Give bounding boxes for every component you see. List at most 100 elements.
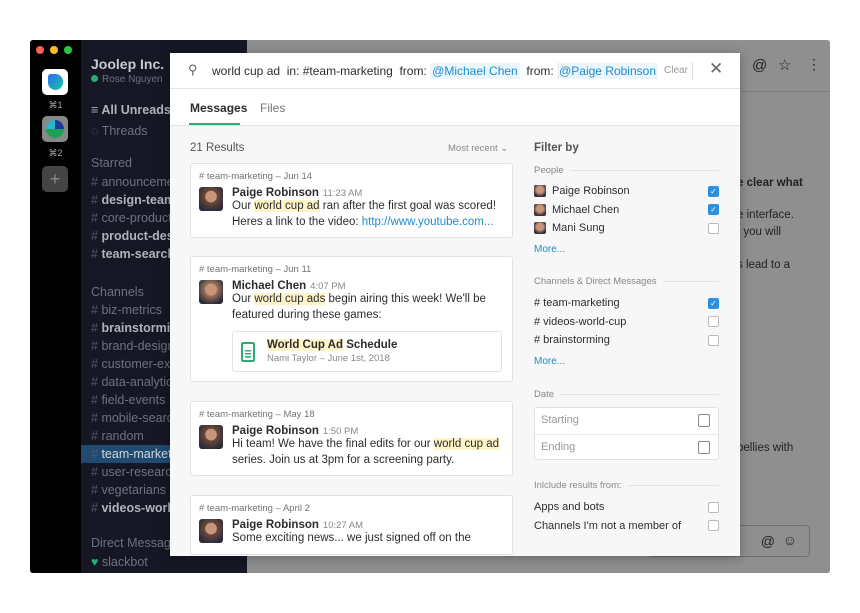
hash-icon: #	[91, 303, 102, 317]
workspace-2[interactable]	[42, 116, 68, 142]
checkbox[interactable]: ✓	[708, 204, 719, 215]
timestamp[interactable]: 10:27 AM	[323, 520, 363, 531]
emoji-icon[interactable]: ☺	[783, 532, 797, 548]
mention-icon[interactable]: @	[761, 533, 775, 549]
sort-dropdown[interactable]: Most recent ⌄	[448, 143, 508, 154]
result-channel[interactable]: # team-marketing – May 18	[199, 409, 504, 420]
avatar[interactable]	[199, 187, 223, 211]
filter-channel[interactable]: # team-marketing ✓	[534, 297, 719, 309]
sidebar-item-channel[interactable]: # data-analytic	[91, 375, 172, 389]
search-input[interactable]: world cup ad in: #team-marketing from: @…	[212, 63, 658, 79]
checkbox[interactable]	[708, 316, 719, 327]
sidebar-item-channel[interactable]: # design-team	[91, 193, 175, 207]
search-bar[interactable]: ⚲ world cup ad in: #team-marketing from:…	[170, 53, 740, 89]
timestamp[interactable]: 1:50 PM	[323, 426, 358, 437]
list-icon: ≡	[91, 103, 99, 117]
search-result-card[interactable]: # team-marketing – April 2 Paige Robinson…	[190, 495, 513, 555]
team-name-text: Joolep Inc.	[91, 56, 165, 72]
workspace-shortcut: ⌘1	[48, 100, 63, 110]
search-result-card[interactable]: # team-marketing – Jun 14 Paige Robinson 1…	[190, 163, 513, 238]
channel-name: data-analytic	[101, 375, 173, 389]
sidebar-item-all-unreads[interactable]: ≡ All Unreads	[91, 103, 171, 117]
sidebar-item-channel[interactable]: # mobile-searc	[91, 411, 173, 425]
sidebar-item-channel[interactable]: # vegetarians	[91, 483, 166, 497]
sidebar-item-channel[interactable]: # brand-design	[91, 339, 174, 353]
avatar[interactable]	[199, 280, 223, 304]
filter-person[interactable]: Paige Robinson ✓	[534, 185, 719, 197]
maximize-window-button[interactable]	[64, 46, 72, 54]
label: Threads	[101, 124, 148, 138]
clear-button[interactable]: Clear	[664, 65, 688, 76]
checkbox[interactable]	[708, 501, 719, 513]
sidebar-item-channel[interactable]: # field-events	[91, 393, 165, 407]
mentions-icon[interactable]: @	[752, 57, 767, 74]
text-segment: series. Join us at 3pm for a screening p…	[232, 453, 455, 466]
author-name[interactable]: Paige Robinson	[232, 187, 319, 199]
search-highlight: World Cup Ad	[267, 339, 344, 351]
filter-label: # videos-world-cup	[534, 315, 627, 328]
checkbox[interactable]	[708, 334, 719, 346]
sidebar-item-channel[interactable]: # team-search	[91, 247, 175, 261]
starting-date-input[interactable]: Starting	[535, 408, 718, 434]
author-name[interactable]: Michael Chen	[232, 280, 306, 292]
sidebar-item-channel[interactable]: # customer-ex	[91, 357, 170, 371]
filter-person[interactable]: Mani Sung	[534, 222, 719, 234]
filter-person[interactable]: Michael Chen ✓	[534, 203, 719, 216]
more-icon[interactable]: ⋮	[807, 56, 821, 73]
more-people-link[interactable]: More...	[534, 244, 565, 255]
more-channels-link[interactable]: More...	[534, 356, 565, 367]
search-result-card[interactable]: # team-marketing – May 18 Paige Robinson 1…	[190, 401, 513, 476]
sidebar-item-channel[interactable]: # videos-worl	[91, 501, 171, 515]
sidebar-item-threads[interactable]: ◌ Threads	[91, 124, 148, 138]
channels-header[interactable]: Channels	[91, 285, 144, 299]
dm-header[interactable]: Direct Message	[91, 536, 178, 550]
author-name[interactable]: Paige Robinson	[232, 519, 319, 531]
checkbox[interactable]	[708, 520, 719, 531]
workspace-joolep[interactable]	[42, 69, 68, 95]
result-channel[interactable]: # team-marketing – Jun 14	[199, 171, 504, 182]
sidebar-item-channel[interactable]: # core-product	[91, 211, 172, 225]
message-link[interactable]: http://www.youtube.com...	[362, 216, 494, 228]
search-result-card[interactable]: # team-marketing – Jun 11 Michael Chen 4:0…	[190, 256, 513, 382]
avatar[interactable]	[199, 425, 223, 449]
people-header: People	[534, 165, 719, 176]
hash-icon: #	[91, 193, 102, 207]
timestamp[interactable]: 4:07 PM	[310, 281, 345, 292]
filter-include[interactable]: Channels I'm not a member of	[534, 520, 719, 532]
sidebar-item-channel[interactable]: # user-researc	[91, 465, 172, 479]
timestamp[interactable]: 11:23 AM	[323, 188, 362, 199]
star-icon[interactable]: ☆	[778, 56, 791, 74]
author-name[interactable]: Paige Robinson	[232, 425, 319, 437]
sidebar-item-channel[interactable]: # team-market	[91, 447, 172, 461]
sidebar-item-channel[interactable]: # random	[91, 429, 144, 443]
sidebar-item-channel[interactable]: # announceme	[91, 175, 174, 189]
result-channel[interactable]: # team-marketing – April 2	[199, 503, 504, 514]
sidebar-item-channel[interactable]: # brainstormin	[91, 321, 178, 335]
tab-files[interactable]: Files	[260, 101, 285, 115]
sidebar-item-channel[interactable]: # product-des	[91, 229, 174, 243]
calendar-icon[interactable]	[698, 414, 710, 427]
close-window-button[interactable]	[36, 46, 44, 54]
sidebar-item-channel[interactable]: # biz-metrics	[91, 303, 162, 317]
close-icon[interactable]: ✕	[709, 59, 723, 79]
tab-messages[interactable]: Messages	[190, 101, 247, 115]
from-token[interactable]: @Michael Chen	[430, 63, 520, 79]
calendar-icon[interactable]	[698, 441, 710, 454]
sidebar-item-slackbot[interactable]: ♥ slackbot	[91, 555, 148, 569]
ending-date-input[interactable]: Ending	[535, 434, 718, 460]
filter-channel[interactable]: # videos-world-cup	[534, 316, 719, 328]
team-name[interactable]: Joolep Inc. ⌄	[91, 56, 176, 72]
filter-include[interactable]: Apps and bots	[534, 501, 719, 513]
add-workspace-button[interactable]: +	[42, 166, 68, 192]
checkbox[interactable]: ✓	[708, 185, 719, 197]
filter-channel[interactable]: # brainstorming	[534, 334, 719, 346]
checkbox[interactable]	[708, 222, 719, 234]
from-token[interactable]: @Paige Robinson	[557, 63, 658, 79]
minimize-window-button[interactable]	[50, 46, 58, 54]
date-header: Date	[534, 389, 719, 400]
file-attachment[interactable]: World Cup Ad Schedule Nami Taylor – June …	[232, 331, 502, 372]
message-text: Our world cup ad ran after the first goa…	[232, 199, 504, 230]
avatar[interactable]	[199, 519, 223, 543]
result-channel[interactable]: # team-marketing – Jun 11	[199, 264, 504, 275]
checkbox[interactable]: ✓	[708, 297, 719, 309]
